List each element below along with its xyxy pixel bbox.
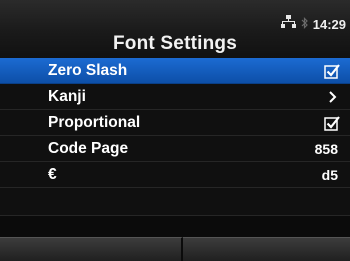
status-area: 14:29 — [280, 15, 346, 33]
menu-item-label: Code Page — [48, 140, 129, 157]
softkey-right[interactable] — [183, 237, 350, 261]
menu-item-value: 858 — [314, 141, 338, 157]
menu-item-label: Zero Slash — [48, 62, 128, 79]
header-bar: 14:29 Font Settings — [0, 0, 350, 58]
menu-item-zero-slash[interactable]: Zero Slash — [0, 58, 350, 84]
empty-row — [0, 188, 350, 216]
menu-item-proportional[interactable]: Proportional — [0, 110, 350, 136]
menu-item-label: € — [48, 166, 57, 183]
checkbox-checked-icon[interactable] — [324, 115, 340, 131]
page-title: Font Settings — [113, 33, 237, 54]
menu-item-label: Proportional — [48, 114, 141, 131]
menu-item-kanji[interactable]: Kanji — [0, 84, 350, 110]
screen: 14:29 Font Settings Zero Slash Kanji Pro… — [0, 0, 350, 261]
menu-item-value: d5 — [321, 167, 338, 183]
menu-item-code-page[interactable]: Code Page 858 — [0, 136, 350, 162]
chevron-right-icon — [324, 89, 340, 105]
clock: 14:29 — [312, 16, 346, 32]
menu-item-euro[interactable]: € d5 — [0, 162, 350, 188]
softkey-bar — [0, 237, 350, 261]
softkey-left[interactable] — [0, 237, 183, 261]
checkbox-checked-icon[interactable] — [324, 63, 340, 79]
bluetooth-icon — [301, 17, 308, 31]
settings-list: Zero Slash Kanji Proportional Code Page … — [0, 58, 350, 216]
menu-item-label: Kanji — [48, 88, 86, 105]
network-icon — [280, 15, 296, 33]
